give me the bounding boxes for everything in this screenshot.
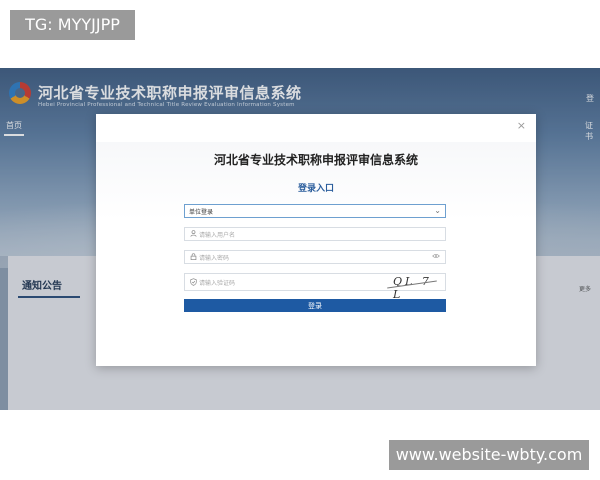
user-icon [190, 230, 197, 239]
watermark-top-left: TG: MYYJJPP [10, 10, 135, 40]
chevron-down-icon: ⌄ [434, 206, 441, 215]
app-screen: 河北省专业技术职称申报评审信息系统 Hebei Provincial Profe… [0, 68, 600, 410]
eye-icon[interactable] [432, 253, 440, 261]
captcha-placeholder: 请输入验证码 [199, 280, 236, 287]
captcha-field[interactable]: 请输入验证码 QL 7 L [184, 273, 446, 301]
captcha-image[interactable]: QL 7 L [387, 275, 437, 301]
password-placeholder: 请输入密码 [199, 255, 230, 262]
username-placeholder: 请输入用户名 [199, 232, 236, 239]
login-button[interactable]: 登录 [184, 299, 446, 312]
captcha-text: QL 7 L [393, 275, 432, 301]
close-icon[interactable]: × [517, 119, 526, 132]
login-type-value: 单位登录 [189, 209, 214, 216]
username-field[interactable]: 请输入用户名 [184, 227, 446, 241]
login-modal: × 河北省专业技术职称申报评审信息系统 登录入口 单位登录 ⌄ 请输入用户名 请… [96, 114, 536, 366]
login-type-select[interactable]: 单位登录 ⌄ [184, 204, 446, 218]
lock-icon [190, 253, 197, 262]
watermark-bottom-right: www.website-wbty.com [389, 440, 589, 470]
modal-title: 河北省专业技术职称申报评审信息系统 [213, 153, 418, 167]
password-field[interactable]: 请输入密码 [184, 250, 446, 264]
shield-icon [190, 278, 197, 288]
login-heading: 登录入口 [297, 184, 334, 194]
